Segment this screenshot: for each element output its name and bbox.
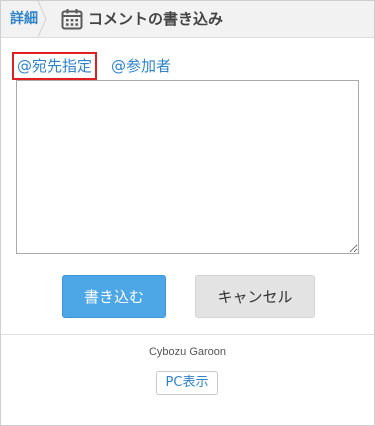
footer-brand: Cybozu Garoon (148, 346, 227, 358)
header-bar: 詳細 コメントの書き込み (1, 1, 374, 38)
mention-participants-link[interactable]: @参加者 (111, 54, 171, 78)
pc-view-button[interactable]: PC表示 (156, 371, 218, 395)
page-title: コメントの書き込み (88, 10, 224, 28)
cancel-button[interactable]: キャンセル (195, 275, 315, 318)
footer-divider (1, 334, 374, 335)
breadcrumb-back-link[interactable]: 詳細 (1, 1, 38, 37)
comment-textarea[interactable] (16, 80, 359, 254)
breadcrumb-chevron-icon (37, 1, 47, 37)
submit-button[interactable]: 書き込む (62, 275, 166, 318)
calendar-icon (61, 9, 83, 30)
comment-screen: 詳細 コメントの書き込み @宛先指定 @参加者 書き込む キャンセル Cyboz… (0, 0, 375, 426)
mention-specify-link[interactable]: @宛先指定 (12, 52, 98, 80)
